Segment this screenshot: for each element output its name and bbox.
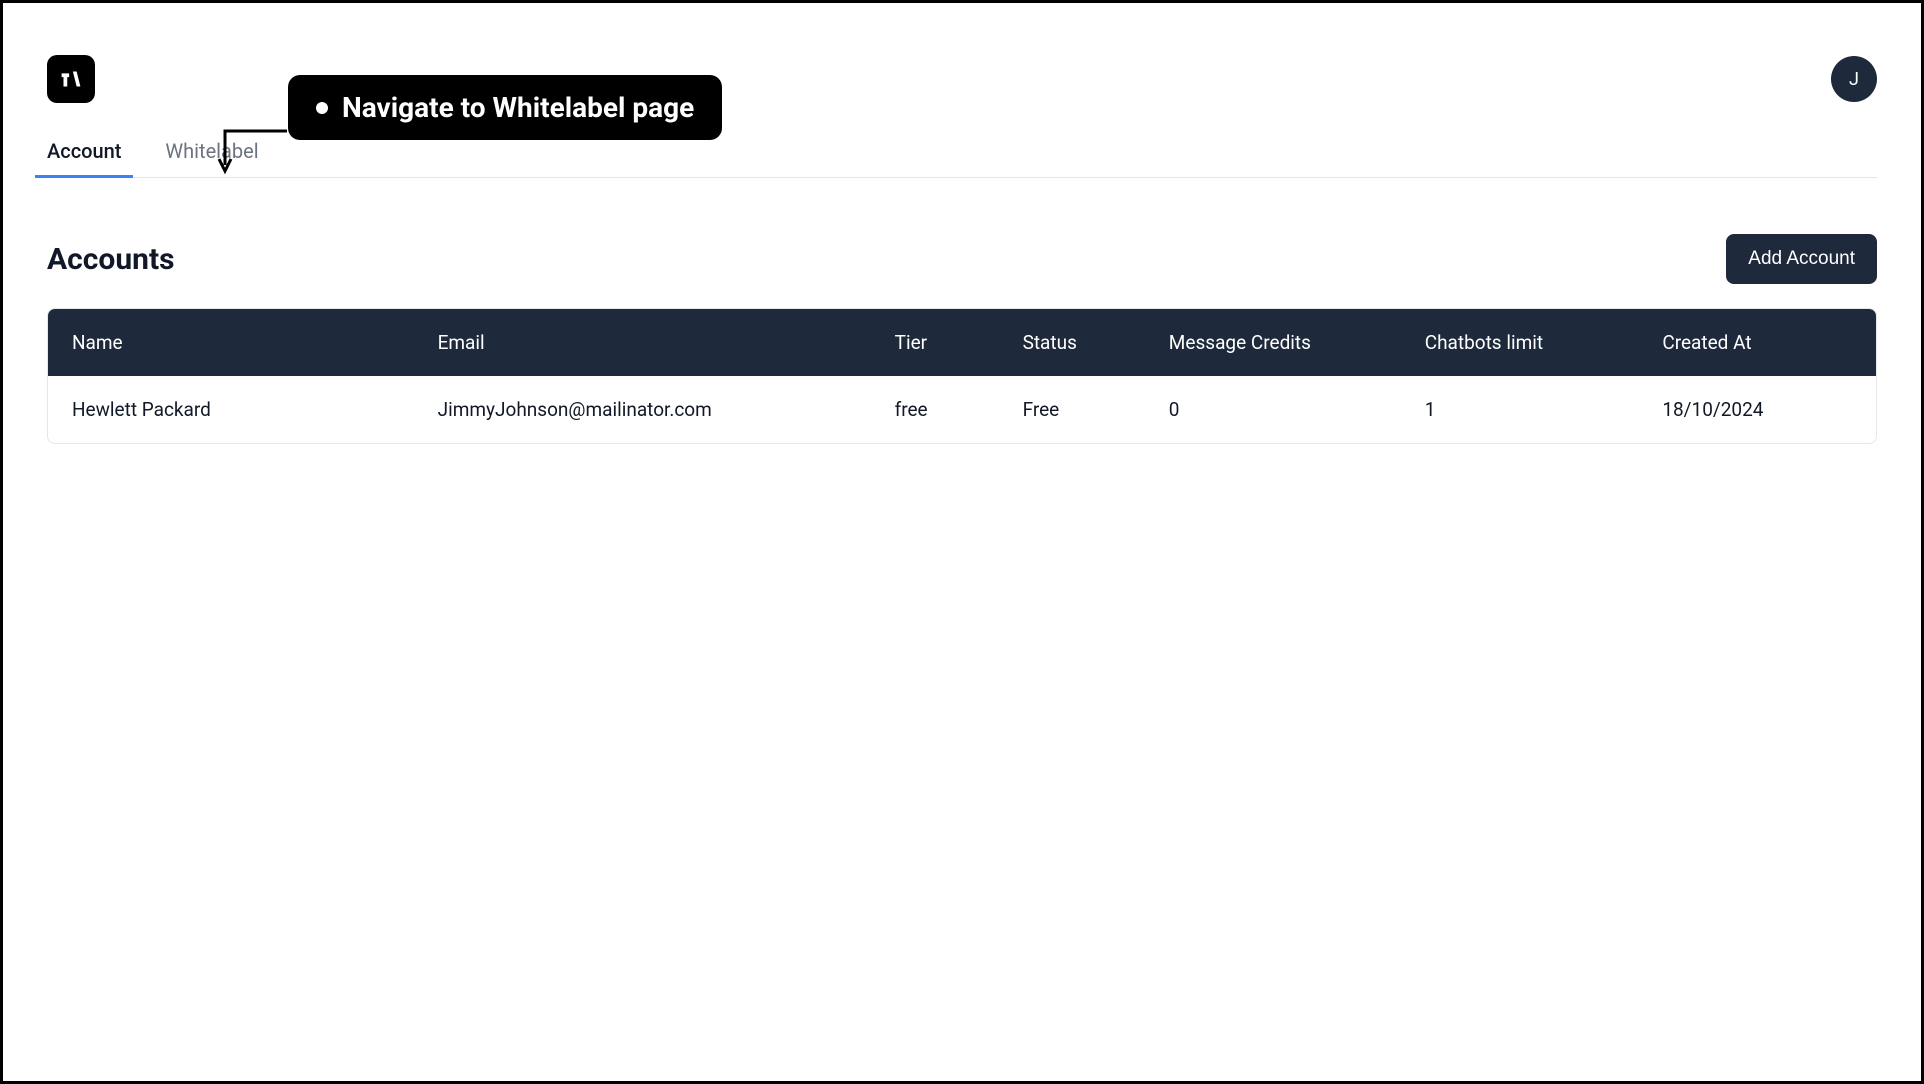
- cell-limit: 1: [1401, 376, 1639, 443]
- content-header: Accounts Add Account: [47, 234, 1877, 284]
- logo-icon: [56, 64, 86, 94]
- th-limit: Chatbots limit: [1401, 309, 1639, 376]
- th-credits: Message Credits: [1145, 309, 1401, 376]
- cell-credits: 0: [1145, 376, 1401, 443]
- avatar-initial: J: [1849, 69, 1859, 90]
- tab-account[interactable]: Account: [47, 131, 121, 177]
- cell-name: Hewlett Packard: [48, 376, 414, 443]
- cell-created: 18/10/2024: [1638, 376, 1876, 443]
- table-header-row: Name Email Tier Status Message Credits C…: [48, 309, 1876, 376]
- tab-whitelabel[interactable]: Whitelabel: [165, 131, 258, 177]
- accounts-table-container: Name Email Tier Status Message Credits C…: [47, 308, 1877, 444]
- page-title: Accounts: [47, 242, 175, 277]
- th-status: Status: [999, 309, 1145, 376]
- instruction-callout: Navigate to Whitelabel page: [288, 75, 722, 140]
- th-tier: Tier: [871, 309, 999, 376]
- accounts-table: Name Email Tier Status Message Credits C…: [48, 309, 1876, 443]
- th-email: Email: [414, 309, 871, 376]
- callout-text: Navigate to Whitelabel page: [342, 91, 694, 124]
- cell-status: Free: [999, 376, 1145, 443]
- cell-email: JimmyJohnson@mailinator.com: [414, 376, 871, 443]
- tab-label: Whitelabel: [165, 139, 258, 163]
- table-row[interactable]: Hewlett Packard JimmyJohnson@mailinator.…: [48, 376, 1876, 443]
- cell-tier: free: [871, 376, 999, 443]
- tab-label: Account: [47, 139, 121, 163]
- th-name: Name: [48, 309, 414, 376]
- callout-dot-icon: [316, 102, 328, 114]
- add-account-button[interactable]: Add Account: [1726, 234, 1877, 284]
- user-avatar[interactable]: J: [1831, 56, 1877, 102]
- th-created: Created At: [1638, 309, 1876, 376]
- app-logo[interactable]: [47, 55, 95, 103]
